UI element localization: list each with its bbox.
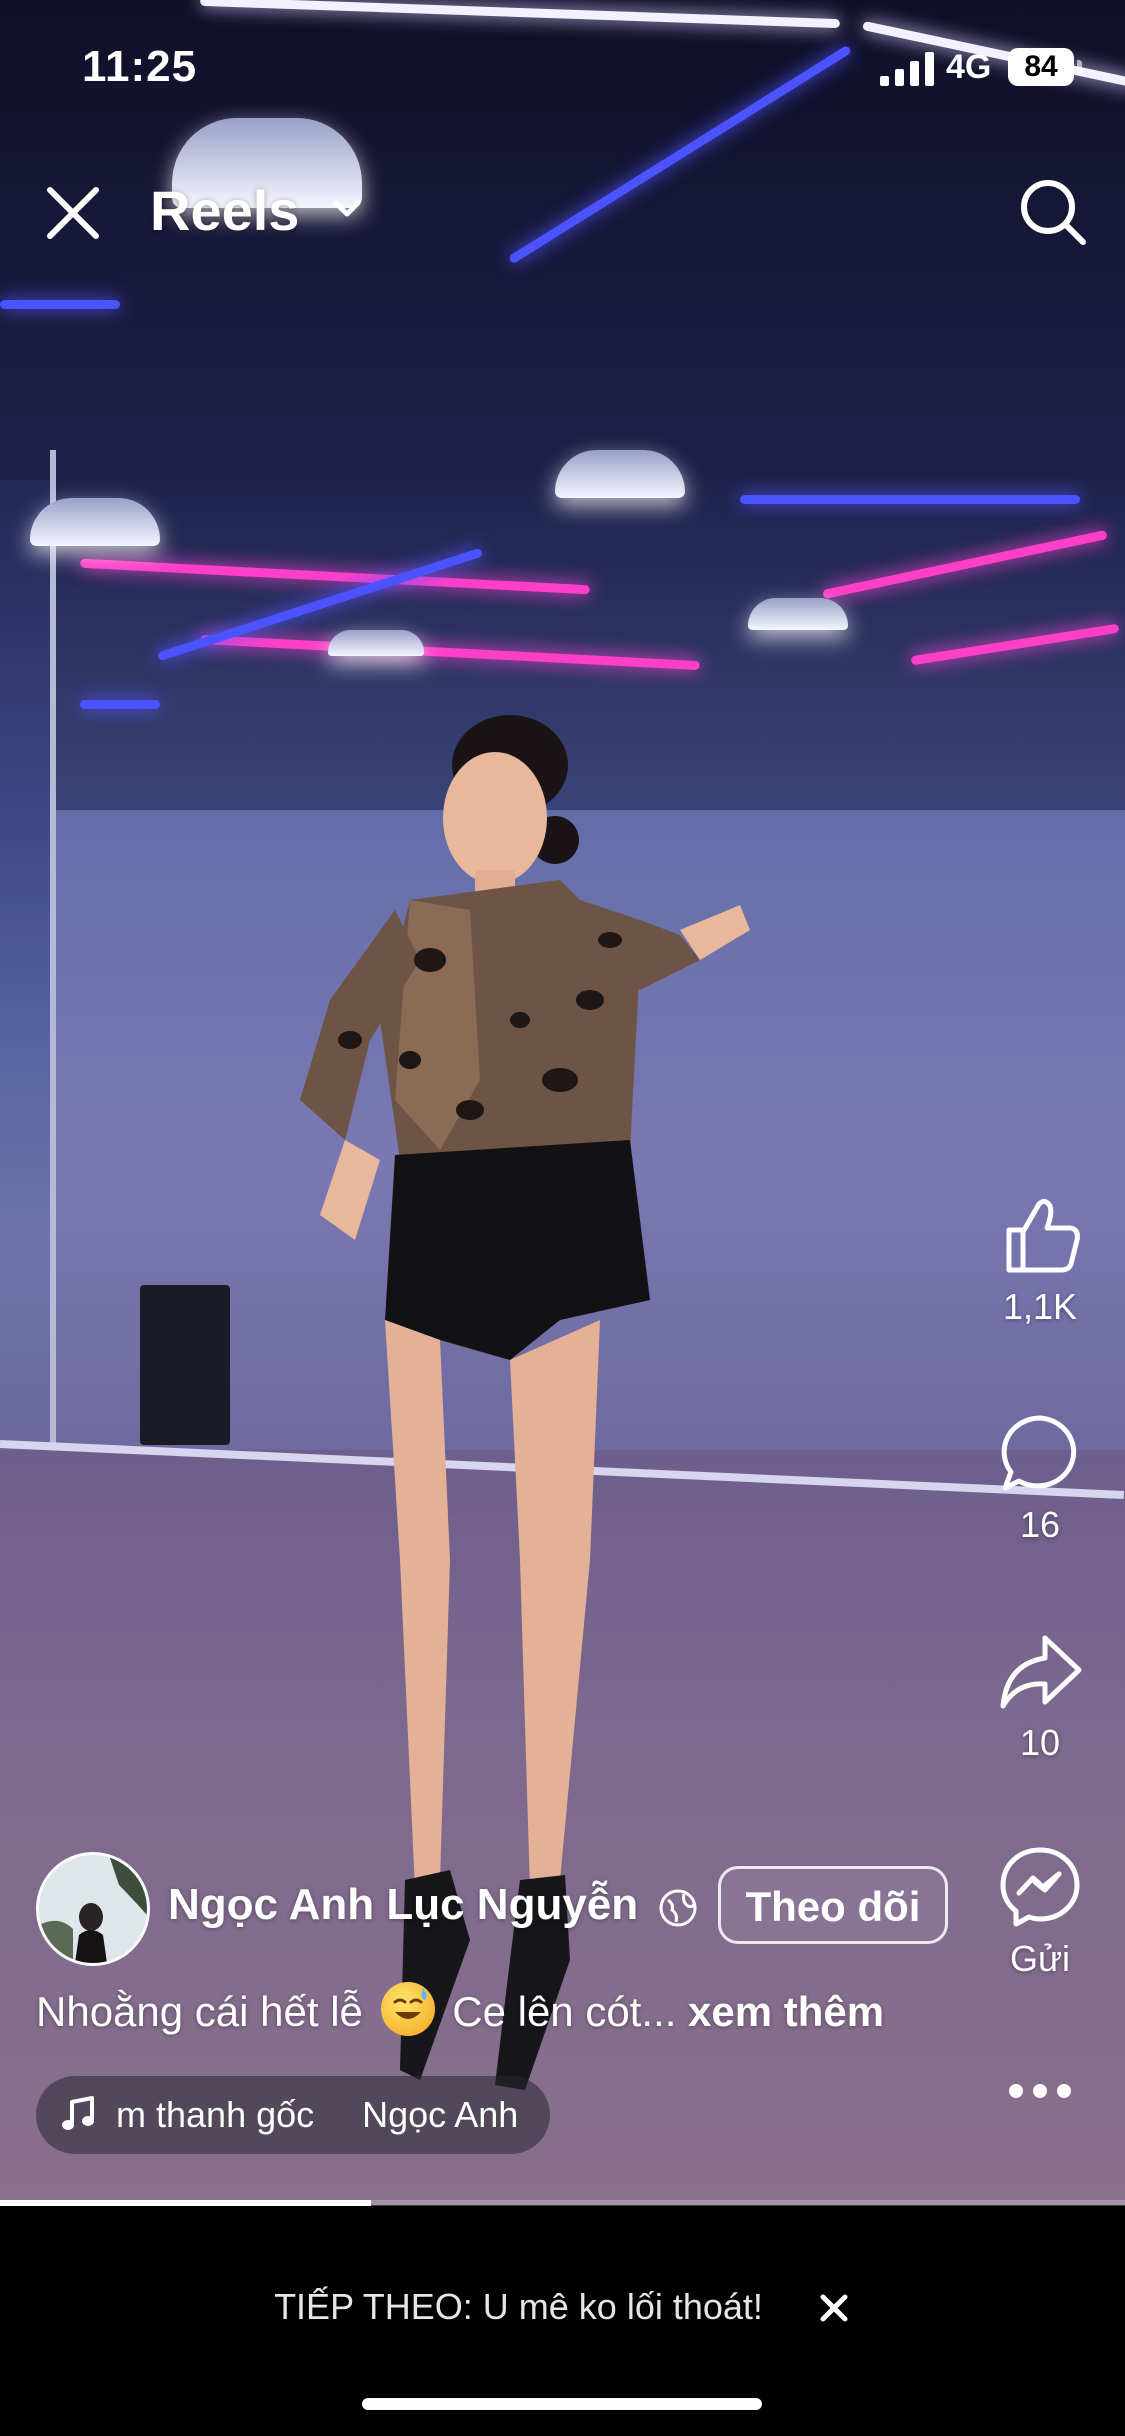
cellular-signal-icon — [880, 52, 934, 86]
public-globe-icon — [659, 1889, 697, 1927]
dancer-figure — [300, 715, 750, 2090]
like-count: 1,1K — [1002, 1286, 1078, 1327]
battery-tip — [1077, 60, 1082, 74]
audio-text: Âm thanh gốc Ngọc Anh — [116, 2094, 518, 2136]
more-options-icon[interactable] — [1000, 2066, 1080, 2116]
close-icon[interactable] — [40, 180, 106, 246]
author-avatar[interactable] — [36, 1852, 150, 1966]
music-note-icon — [62, 2096, 94, 2130]
sweat-smile-emoji-icon — [380, 1982, 435, 2036]
next-up-text: TIẾP THEO: U mê ko lối thoát! — [274, 2286, 763, 2327]
avatar-photo — [39, 1855, 147, 1963]
audio-artist: Ngọc Anh — [362, 2094, 519, 2135]
like-icon[interactable] — [995, 1190, 1085, 1280]
comment-action[interactable]: 16 — [980, 1408, 1100, 1546]
audio-title: Âm thanh gốc — [116, 2094, 315, 2135]
chevron-down-icon[interactable] — [330, 192, 364, 226]
comment-icon[interactable] — [995, 1408, 1085, 1498]
reels-title[interactable]: Reels — [150, 178, 299, 243]
caption-text-end: Ce lên cót... — [452, 1988, 677, 2035]
follow-button[interactable]: Theo dõi — [718, 1866, 948, 1944]
search-icon[interactable] — [1015, 174, 1091, 250]
network-type: 4G — [946, 48, 992, 86]
reel-caption[interactable]: Nhoằng cái hết lễ Ce lên cót... xem thêm — [36, 1982, 884, 2036]
share-action[interactable]: 10 — [980, 1626, 1100, 1764]
messenger-icon[interactable] — [995, 1842, 1085, 1932]
like-action[interactable]: 1,1K — [980, 1190, 1100, 1328]
caption-text-start: Nhoằng cái hết lễ — [36, 1988, 363, 2035]
author-name[interactable]: Ngọc Anh Lục Nguyễn — [168, 1880, 638, 1930]
status-bar: 11:25 4G 84 — [0, 0, 1125, 140]
status-time: 11:25 — [82, 42, 198, 91]
see-more-link[interactable]: xem thêm — [688, 1988, 884, 2035]
audio-marquee: Âm thanh gốc Ngọc Anh — [116, 2076, 536, 2154]
audio-track-pill[interactable]: Âm thanh gốc Ngọc Anh — [36, 2076, 550, 2154]
reel-video[interactable] — [0, 0, 1125, 2205]
share-count: 10 — [1019, 1722, 1061, 1763]
comment-count: 16 — [1019, 1504, 1061, 1545]
share-icon[interactable] — [995, 1626, 1085, 1716]
send-action[interactable]: Gửi — [980, 1842, 1100, 1980]
send-label: Gửi — [1009, 1938, 1071, 1979]
reels-screen: 11:25 4G 84 Reels 1,1K 16 10 Gửi Ngọc An… — [0, 0, 1125, 2436]
battery-level: 84 — [1008, 48, 1074, 86]
close-icon[interactable] — [817, 2291, 851, 2325]
next-up-banner[interactable]: TIẾP THEO: U mê ko lối thoát! — [0, 2286, 1125, 2328]
home-indicator[interactable] — [362, 2398, 762, 2410]
